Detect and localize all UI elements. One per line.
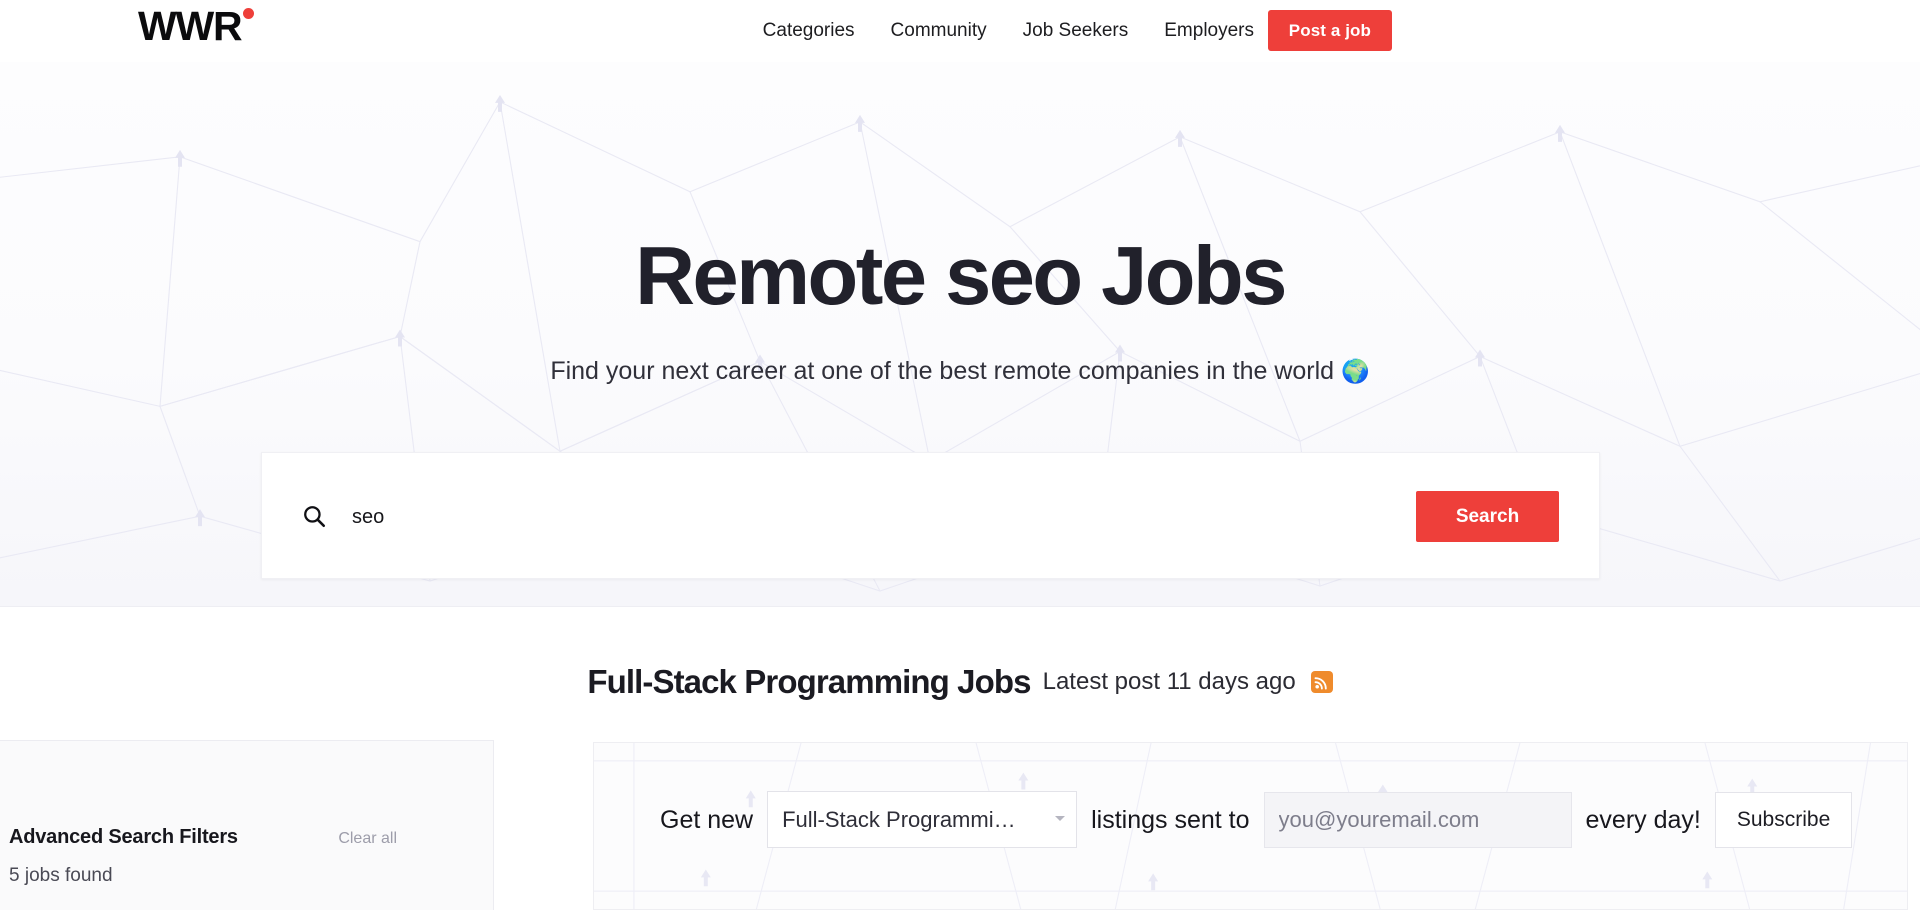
subscribe-prefix-label: Get new [660, 805, 754, 834]
search-icon [304, 506, 326, 528]
clear-all-button[interactable]: Clear all [338, 830, 479, 848]
job-section-heading: Full-Stack Programming Jobs Latest post … [0, 662, 1920, 702]
subscribe-button[interactable]: Subscribe [1714, 791, 1853, 848]
subscribe-suffix-label: every day! [1585, 805, 1701, 834]
hero-subtitle: Find your next career at one of the best… [0, 354, 1920, 388]
page-root: WWR Categories Community Job Seekers Emp… [0, 0, 1920, 910]
post-a-job-button[interactable]: Post a job [1267, 10, 1392, 51]
advanced-search-filters-card: Advanced Search Filters Clear all 5 jobs… [0, 740, 494, 910]
hero-subtitle-text: Find your next career at one of the best… [550, 357, 1335, 385]
filter-card-header: Advanced Search Filters Clear all [9, 826, 479, 849]
logo-dot-icon [243, 8, 255, 19]
job-section-latest-post: Latest post 11 days ago [1042, 668, 1296, 695]
site-header: WWR Categories Community Job Seekers Emp… [0, 0, 1920, 62]
wwr-logo[interactable]: WWR [138, 3, 255, 49]
jobs-found-count: 5 jobs found [9, 865, 113, 886]
search-bar: Search [261, 452, 1632, 579]
category-select-wrapper: Full-Stack Programmi… [767, 791, 1078, 848]
job-section-title: Full-Stack Programming Jobs [587, 663, 1031, 700]
hero-section: Remote seo Jobs Find your next career at… [0, 62, 1920, 607]
rss-icon[interactable] [1310, 671, 1333, 693]
page-title: Remote seo Jobs [635, 229, 1287, 322]
subscribe-middle-label: listings sent to [1091, 805, 1250, 834]
search-button[interactable]: Search [1416, 491, 1559, 542]
nav-item-community[interactable]: Community [873, 0, 1005, 62]
nav-item-job-seekers[interactable]: Job Seekers [1005, 0, 1147, 62]
nav-item-categories[interactable]: Categories [745, 0, 873, 62]
email-input[interactable] [1263, 791, 1572, 848]
globe-icon: 🌍 [1341, 358, 1370, 384]
nav-item-employers[interactable]: Employers [1146, 0, 1272, 62]
category-select[interactable]: Full-Stack Programmi… [767, 791, 1078, 848]
subscribe-card: Get new Full-Stack Programmi… listings s… [593, 742, 1908, 910]
filter-card-title: Advanced Search Filters [9, 826, 238, 848]
logo-text: WWR [138, 3, 243, 49]
subscribe-form: Get new Full-Stack Programmi… listings s… [660, 791, 1853, 848]
